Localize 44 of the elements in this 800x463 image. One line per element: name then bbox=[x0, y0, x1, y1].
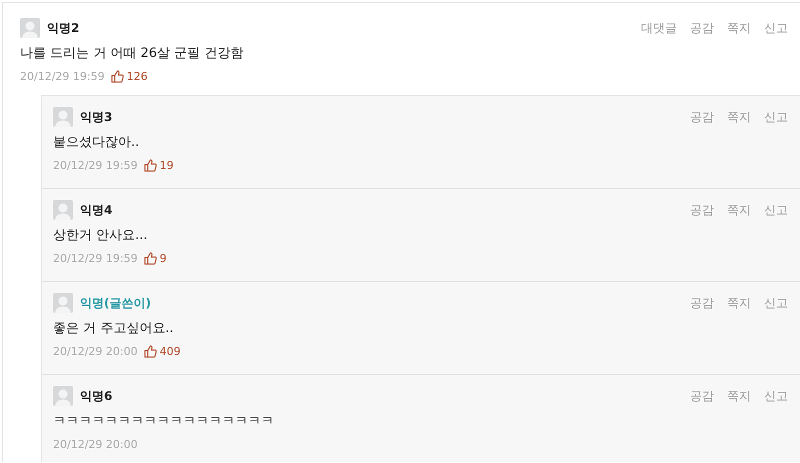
like-count: 9 bbox=[160, 252, 167, 265]
like-count: 126 bbox=[126, 70, 148, 83]
avatar-icon bbox=[53, 200, 73, 220]
action-link[interactable]: 신고 bbox=[764, 20, 788, 36]
comment-time: 20/12/29 20:00 bbox=[53, 438, 138, 451]
action-link[interactable]: 쪽지 bbox=[727, 202, 751, 218]
author-name: 익명6 bbox=[80, 388, 112, 404]
thumbs-up-icon bbox=[144, 345, 157, 358]
comment-time: 20/12/29 20:00 bbox=[53, 345, 138, 358]
author-name: 익명3 bbox=[80, 108, 112, 126]
avatar-icon bbox=[53, 386, 73, 406]
comment-text: 좋은 거 주고싶어요.. bbox=[53, 320, 175, 337]
action-link[interactable]: 신고 bbox=[764, 388, 788, 404]
comment-text: 상한거 안사요... bbox=[53, 227, 149, 244]
action-link[interactable]: 신고 bbox=[764, 202, 788, 218]
action-link[interactable]: 공감 bbox=[690, 20, 714, 36]
thumbs-up-icon bbox=[144, 159, 157, 172]
action-link[interactable]: 쪽지 bbox=[727, 20, 751, 36]
avatar-icon bbox=[20, 18, 40, 38]
avatar-icon bbox=[53, 293, 73, 313]
action-link[interactable]: 쪽지 bbox=[727, 108, 751, 126]
comment-text: ㅋㅋㅋㅋㅋㅋㅋㅋㅋㅋㅋㅋㅋㅋㅋㅋㅋ bbox=[53, 413, 275, 430]
action-link[interactable]: 대댓글 bbox=[641, 20, 677, 36]
like-count: 409 bbox=[160, 345, 181, 358]
action-link[interactable]: 공감 bbox=[690, 388, 714, 404]
action-link[interactable]: 쪽지 bbox=[727, 294, 751, 312]
action-link[interactable]: 신고 bbox=[764, 294, 788, 312]
author-name: 익명2 bbox=[47, 20, 80, 36]
comment-text: 나를 드리는 거 어때 26살 군필 건강함 bbox=[20, 45, 244, 62]
author-name: 익명4 bbox=[80, 202, 112, 218]
action-link[interactable]: 공감 bbox=[690, 108, 714, 126]
thumbs-up-icon bbox=[144, 252, 157, 265]
like-count: 19 bbox=[160, 159, 174, 172]
avatar-icon bbox=[53, 107, 73, 127]
action-link[interactable]: 신고 bbox=[764, 108, 788, 126]
action-link[interactable]: 공감 bbox=[690, 202, 714, 218]
action-link[interactable]: 공감 bbox=[690, 294, 714, 312]
comment-time: 20/12/29 19:59 bbox=[20, 70, 105, 83]
comment-time: 20/12/29 19:59 bbox=[53, 252, 138, 265]
action-link[interactable]: 쪽지 bbox=[727, 388, 751, 404]
comment-time: 20/12/29 19:59 bbox=[53, 159, 138, 172]
thumbs-up-icon bbox=[110, 70, 124, 83]
comment-text: 붙으셨다잖아.. bbox=[53, 134, 140, 151]
author-name: 익명(글쓴이) bbox=[80, 294, 151, 312]
